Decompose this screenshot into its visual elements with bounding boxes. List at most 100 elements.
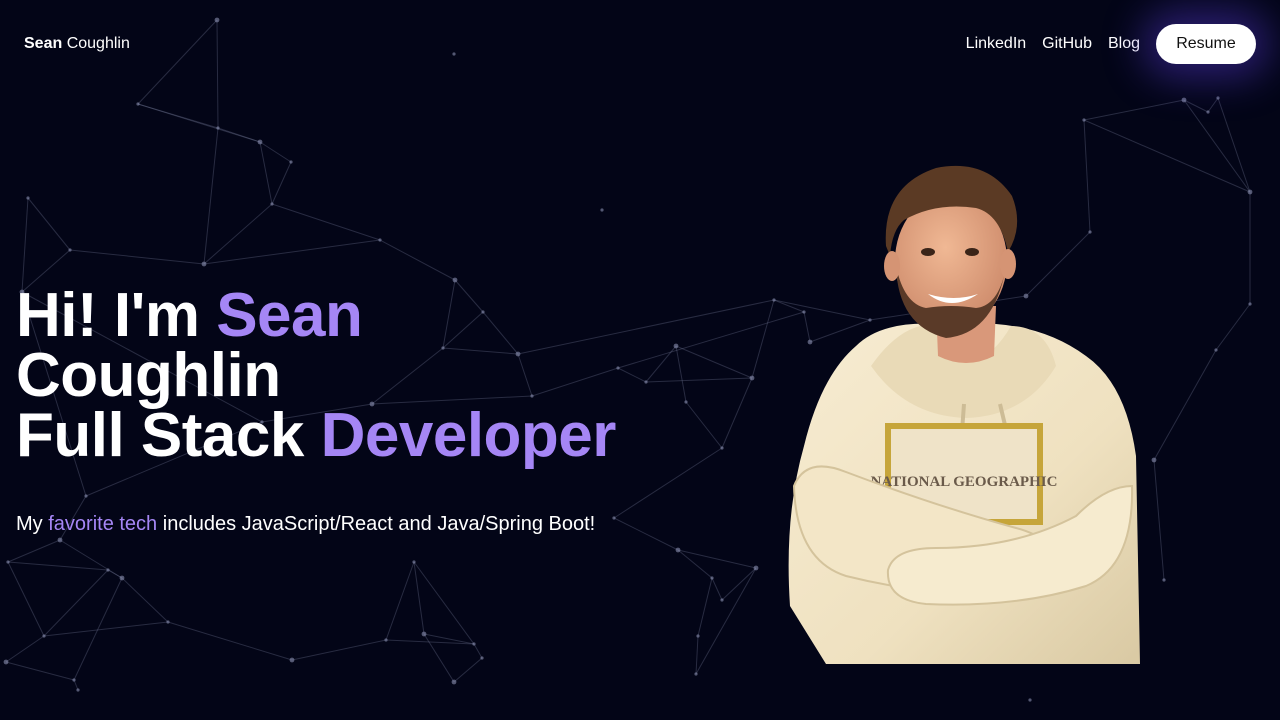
network-node [772, 298, 776, 302]
network-node [720, 598, 724, 602]
network-node [710, 576, 714, 580]
hoodie-print-text: NATIONAL GEOGRAPHIC [871, 474, 1058, 490]
network-node [1216, 96, 1220, 100]
right-eye [965, 248, 979, 256]
navbar: Sean Coughlin LinkedIn GitHub Blog Resum… [0, 0, 1280, 88]
network-line [1183, 99, 1209, 113]
network-line [121, 577, 169, 623]
hero-line-1: Hi! I'm Sean [16, 281, 363, 350]
left-ear [884, 251, 900, 281]
network-node [673, 343, 679, 349]
network-line [675, 345, 687, 403]
network-node [378, 238, 382, 242]
network-line [697, 577, 713, 637]
network-line [271, 203, 381, 241]
network-line [1153, 349, 1217, 461]
network-line [69, 249, 205, 265]
network-node [696, 634, 700, 638]
hero-section: Hi! I'm Sean Coughlin Full Stack Develop… [16, 285, 616, 536]
network-node [1162, 578, 1166, 582]
network-line [675, 345, 753, 379]
network-node [106, 568, 110, 572]
network-node [1151, 457, 1157, 463]
network-node [68, 248, 72, 252]
network-line [203, 239, 381, 265]
network-node [472, 642, 476, 646]
network-line [271, 161, 292, 205]
network-line [27, 197, 71, 251]
network-node [1028, 698, 1032, 702]
hero-role-prefix: Full Stack [16, 401, 304, 470]
network-node [1206, 110, 1210, 114]
profile-photo: NATIONAL GEOGRAPHIC [788, 165, 1140, 664]
network-node [421, 631, 427, 637]
network-line [259, 141, 292, 163]
nav-link-blog[interactable]: Blog [1108, 35, 1140, 53]
brand-logo[interactable]: Sean Coughlin [24, 35, 130, 53]
network-node [675, 547, 681, 553]
network-node [684, 400, 688, 404]
network-node [694, 672, 698, 676]
network-node [289, 160, 293, 164]
network-node [289, 657, 295, 663]
page: Sean Coughlin LinkedIn GitHub Blog Resum… [0, 0, 1280, 720]
network-node [384, 638, 388, 642]
network-line [5, 635, 45, 663]
network-line [1153, 459, 1165, 581]
network-node [270, 202, 274, 206]
network-line [613, 517, 679, 551]
network-line [137, 103, 261, 143]
tagline-suffix: includes JavaScript/React and Java/Sprin… [162, 513, 596, 535]
right-ear [1000, 249, 1016, 279]
network-node [3, 659, 9, 665]
network-line [379, 239, 456, 281]
network-line [695, 635, 699, 675]
network-node [600, 208, 604, 212]
nav-links: LinkedIn GitHub Blog Resume [966, 24, 1256, 64]
nav-link-linkedin[interactable]: LinkedIn [966, 35, 1027, 53]
network-line [1217, 97, 1251, 193]
network-line [203, 127, 219, 265]
network-line [1207, 97, 1219, 113]
nav-link-github[interactable]: GitHub [1042, 35, 1092, 53]
network-line [453, 657, 483, 683]
network-line [291, 639, 387, 661]
network-line [7, 561, 109, 571]
network-line [43, 569, 109, 637]
network-line [617, 311, 805, 369]
network-line [685, 401, 723, 449]
network-node [119, 575, 125, 581]
network-line [721, 567, 757, 601]
resume-button[interactable]: Resume [1156, 24, 1256, 64]
network-node [1247, 189, 1253, 195]
network-node [257, 139, 263, 145]
network-line [721, 377, 753, 449]
network-line [73, 577, 123, 681]
network-line [59, 539, 123, 579]
network-node [452, 277, 458, 283]
network-line [711, 577, 723, 601]
network-node [1082, 118, 1086, 122]
network-line [695, 567, 757, 675]
network-line [5, 661, 75, 681]
network-node [72, 678, 76, 682]
network-line [617, 367, 647, 383]
network-line [613, 447, 723, 519]
network-line [1083, 99, 1185, 121]
network-node [480, 656, 484, 660]
hero-first-name: Sean [216, 281, 363, 350]
network-node [1214, 348, 1218, 352]
network-line [413, 561, 475, 645]
hero-tagline: My favorite tech includes JavaScript/Rea… [16, 512, 616, 536]
network-node [57, 537, 63, 543]
network-line [1215, 303, 1251, 351]
network-line [7, 539, 61, 563]
network-line [385, 561, 415, 641]
network-node [749, 375, 755, 381]
network-node [166, 620, 170, 624]
hero-heading: Hi! I'm Sean Coughlin Full Stack Develop… [16, 285, 616, 467]
left-eye [921, 248, 935, 256]
network-line [423, 633, 455, 683]
tagline-prefix: My [16, 513, 43, 535]
network-node [201, 261, 207, 267]
